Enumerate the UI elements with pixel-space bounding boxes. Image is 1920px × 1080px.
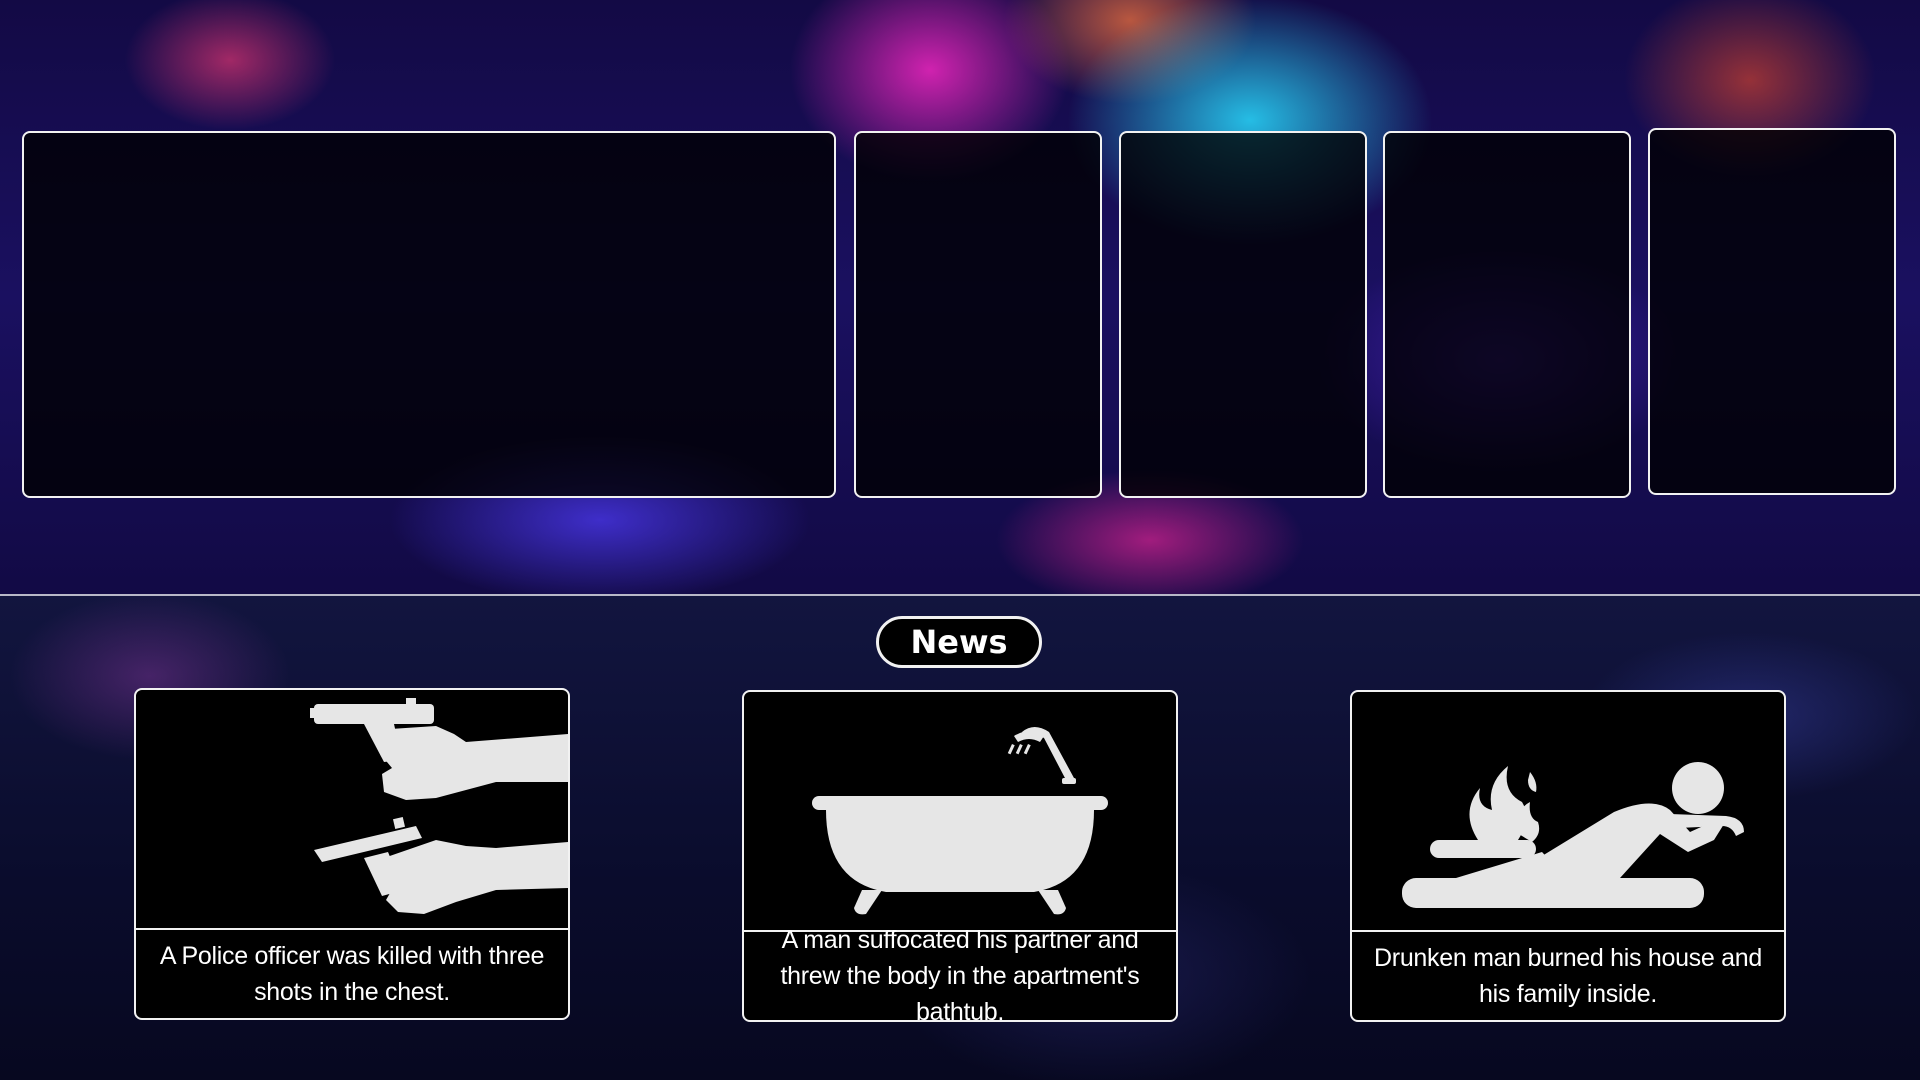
panel-slot-5[interactable] xyxy=(1648,128,1896,495)
news-caption: A Police officer was killed with three s… xyxy=(159,942,545,1006)
section-divider xyxy=(0,594,1920,596)
news-card-3[interactable]: Drunken man burned his house and his fam… xyxy=(1350,690,1786,1022)
pistols-icon xyxy=(136,690,568,928)
news-caption: A man suffocated his partner and threw t… xyxy=(780,926,1140,1022)
panel-slot-4[interactable] xyxy=(1383,131,1631,498)
panel-slot-large[interactable] xyxy=(22,131,836,498)
bathtub-icon xyxy=(744,692,1176,930)
news-caption: Drunken man burned his house and his fam… xyxy=(1374,944,1762,1008)
panel-slot-3[interactable] xyxy=(1119,131,1367,498)
news-card-2[interactable]: A man suffocated his partner and threw t… xyxy=(742,690,1178,1022)
news-badge: News xyxy=(876,616,1042,668)
panel-slot-2[interactable] xyxy=(854,131,1102,498)
burning-man-icon xyxy=(1352,692,1784,930)
news-badge-label: News xyxy=(910,623,1008,661)
news-card-1[interactable]: A Police officer was killed with three s… xyxy=(134,688,570,1020)
